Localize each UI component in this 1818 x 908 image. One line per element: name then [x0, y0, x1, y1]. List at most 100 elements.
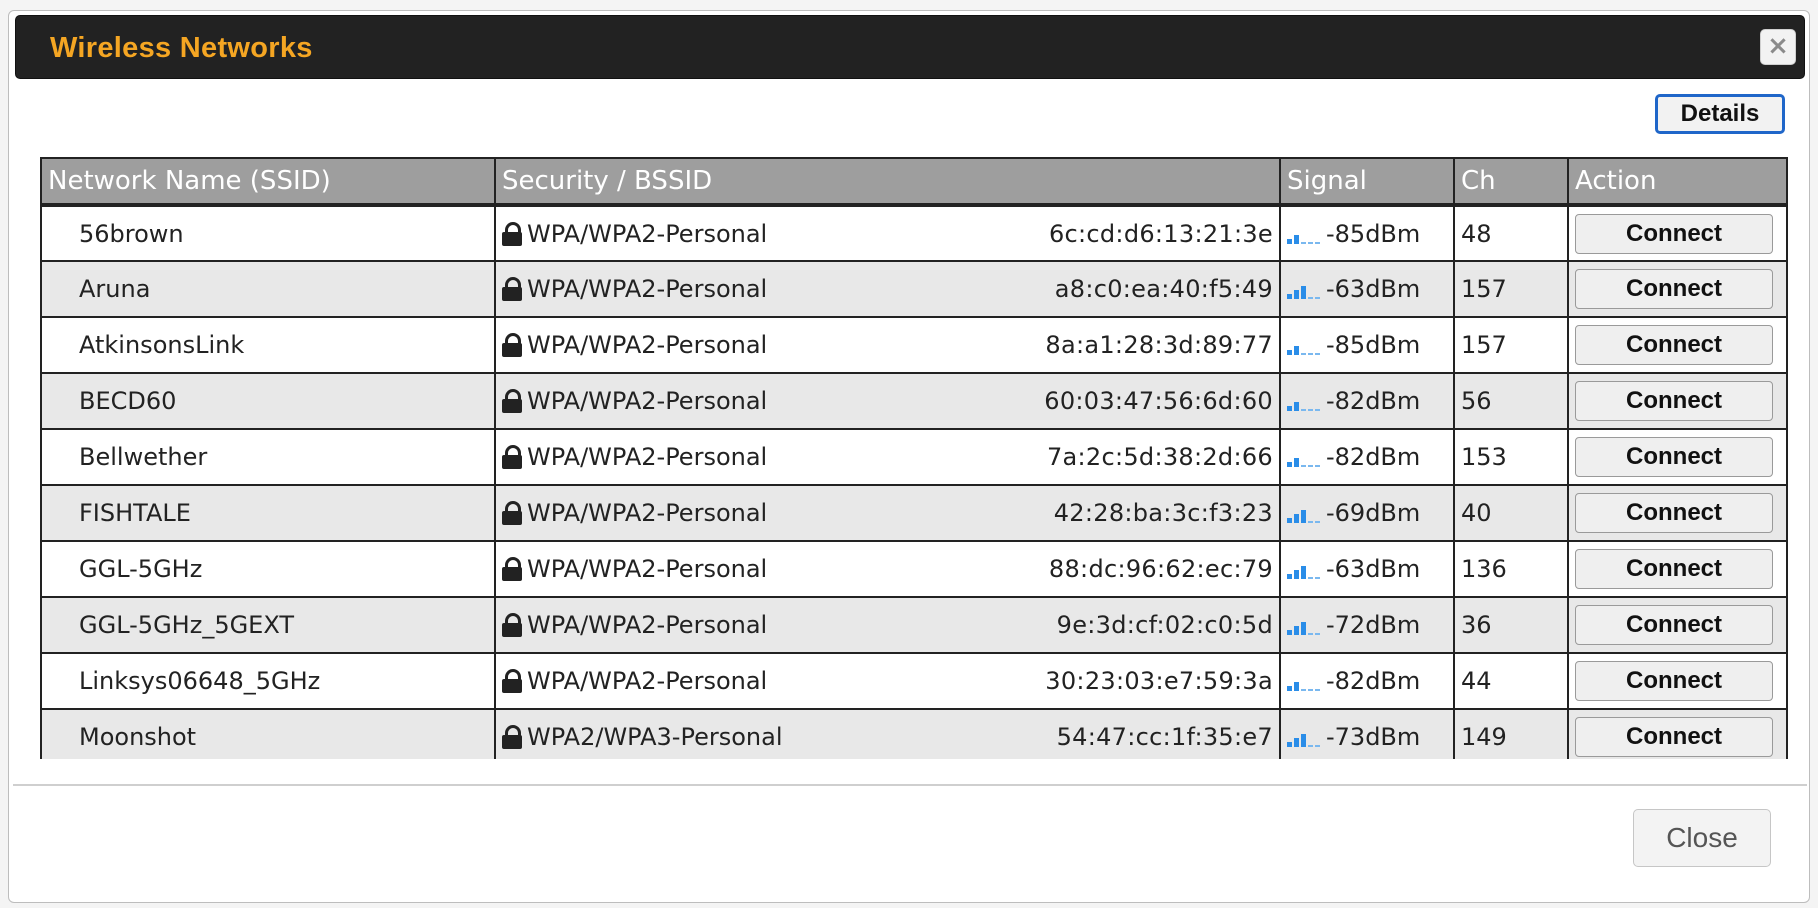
- close-button[interactable]: Close: [1633, 809, 1771, 867]
- connect-button[interactable]: Connect: [1575, 549, 1773, 589]
- signal-bar: [1308, 241, 1313, 244]
- signal-bar: [1315, 689, 1320, 691]
- networks-table: Network Name (SSID) Security / BSSID Sig…: [42, 159, 1786, 759]
- network-security: WPA/WPA2-Personal: [527, 275, 768, 303]
- signal-bars-icon: [1287, 391, 1320, 411]
- networks-table-container[interactable]: Network Name (SSID) Security / BSSID Sig…: [40, 157, 1788, 759]
- connect-button[interactable]: Connect: [1575, 269, 1773, 309]
- connect-button[interactable]: Connect: [1575, 381, 1773, 421]
- connect-button[interactable]: Connect: [1575, 493, 1773, 533]
- signal-bar: [1301, 689, 1306, 691]
- network-bssid: 30:23:03:e7:59:3a: [1045, 667, 1273, 695]
- network-signal-strength: -82dBm: [1326, 667, 1421, 695]
- signal-bar: [1315, 297, 1320, 299]
- details-button[interactable]: Details: [1655, 94, 1785, 134]
- lock-icon: [502, 557, 522, 581]
- column-header-channel: Ch: [1454, 159, 1569, 207]
- table-row: BECD60 WPA/WPA2-Personal 60:03:47:56:6d:60…: [42, 373, 1786, 430]
- network-signal-strength: -72dBm: [1326, 611, 1421, 639]
- network-bssid: a8:c0:ea:40:f5:49: [1054, 275, 1273, 303]
- table-row: GGL-5GHz WPA/WPA2-Personal 88:dc:96:62:ec:…: [42, 541, 1786, 598]
- connect-button[interactable]: Connect: [1575, 605, 1773, 645]
- lock-icon: [502, 333, 522, 357]
- dialog-titlebar: Wireless Networks ×: [15, 15, 1805, 79]
- signal-bar: [1287, 742, 1292, 747]
- connect-button[interactable]: Connect: [1575, 661, 1773, 701]
- signal-bar: [1301, 566, 1306, 579]
- table-row: Moonshot WPA2/WPA3-Personal 54:47:cc:1f:35…: [42, 709, 1786, 759]
- network-bssid: 88:dc:96:62:ec:79: [1048, 555, 1273, 583]
- table-row: FISHTALE WPA/WPA2-Personal 42:28:ba:3c:f3:…: [42, 485, 1786, 542]
- network-security-cell: WPA/WPA2-Personal 30:23:03:e7:59:3a: [495, 653, 1281, 710]
- network-signal-strength: -85dBm: [1326, 219, 1421, 248]
- table-row: AtkinsonsLink WPA/WPA2-Personal 8a:a1:28:3…: [42, 317, 1786, 374]
- wireless-networks-dialog: Wireless Networks × Details Network Name…: [8, 10, 1810, 903]
- network-signal-strength: -69dBm: [1326, 499, 1421, 527]
- signal-bars-icon: [1287, 224, 1320, 244]
- signal-bar: [1294, 738, 1299, 747]
- signal-bar: [1315, 465, 1320, 467]
- signal-bars-icon: [1287, 671, 1320, 691]
- network-security: WPA/WPA2-Personal: [527, 219, 768, 248]
- network-security: WPA/WPA2-Personal: [527, 443, 768, 471]
- signal-bar: [1294, 402, 1299, 411]
- network-signal-cell: -63dBm: [1280, 261, 1455, 318]
- network-security: WPA/WPA2-Personal: [527, 667, 768, 695]
- signal-bar: [1308, 409, 1313, 411]
- network-bssid: 7a:2c:5d:38:2d:66: [1046, 443, 1273, 471]
- table-row: Aruna WPA/WPA2-Personal a8:c0:ea:40:f5:49 -…: [42, 261, 1786, 318]
- network-signal-strength: -63dBm: [1326, 555, 1421, 583]
- table-header-row: Network Name (SSID) Security / BSSID Sig…: [42, 159, 1786, 207]
- signal-bar: [1301, 622, 1306, 635]
- column-header-action: Action: [1568, 159, 1786, 207]
- network-ssid: GGL-5GHz: [42, 541, 496, 598]
- network-signal-cell: -82dBm: [1280, 429, 1455, 486]
- network-security: WPA/WPA2-Personal: [527, 499, 768, 527]
- column-header-security: Security / BSSID: [495, 159, 1281, 207]
- signal-bar: [1308, 577, 1313, 579]
- connect-button[interactable]: Connect: [1575, 437, 1773, 477]
- signal-bar: [1287, 574, 1292, 579]
- network-channel: 56: [1454, 373, 1569, 430]
- network-security-cell: WPA/WPA2-Personal 8a:a1:28:3d:89:77: [495, 317, 1281, 374]
- lock-icon: [502, 725, 522, 749]
- connect-button[interactable]: Connect: [1575, 325, 1773, 365]
- signal-bar: [1301, 286, 1306, 299]
- signal-bars-icon: [1287, 279, 1320, 299]
- network-channel: 153: [1454, 429, 1569, 486]
- lock-icon: [502, 613, 522, 637]
- signal-bar: [1287, 686, 1292, 691]
- connect-button[interactable]: Connect: [1575, 213, 1773, 254]
- network-signal-strength: -73dBm: [1326, 723, 1421, 751]
- table-row: GGL-5GHz_5GEXT WPA/WPA2-Personal 9e:3d:cf:…: [42, 597, 1786, 654]
- network-signal-cell: -82dBm: [1280, 653, 1455, 710]
- network-bssid: 9e:3d:cf:02:c0:5d: [1056, 611, 1273, 639]
- signal-bars-icon: [1287, 447, 1320, 467]
- signal-bar: [1294, 626, 1299, 635]
- signal-bar: [1308, 689, 1313, 691]
- network-security: WPA/WPA2-Personal: [527, 611, 768, 639]
- network-channel: 157: [1454, 317, 1569, 374]
- table-row: Bellwether WPA/WPA2-Personal 7a:2c:5d:38:2…: [42, 429, 1786, 486]
- network-signal-cell: -63dBm: [1280, 541, 1455, 598]
- connect-button[interactable]: Connect: [1575, 717, 1773, 757]
- network-security-cell: WPA/WPA2-Personal 88:dc:96:62:ec:79: [495, 541, 1281, 598]
- lock-icon: [502, 501, 522, 525]
- signal-bar: [1301, 241, 1306, 244]
- signal-bar: [1301, 409, 1306, 411]
- network-signal-strength: -82dBm: [1326, 387, 1421, 415]
- signal-bar: [1294, 290, 1299, 299]
- signal-bar: [1294, 682, 1299, 691]
- network-bssid: 42:28:ba:3c:f3:23: [1053, 499, 1273, 527]
- signal-bar: [1301, 734, 1306, 747]
- network-ssid: AtkinsonsLink: [42, 317, 496, 374]
- signal-bar: [1294, 570, 1299, 579]
- network-security-cell: WPA/WPA2-Personal 6c:cd:d6:13:21:3e: [495, 205, 1281, 262]
- signal-bar: [1301, 510, 1306, 523]
- close-icon[interactable]: ×: [1760, 29, 1796, 65]
- network-channel: 40: [1454, 485, 1569, 542]
- network-bssid: 8a:a1:28:3d:89:77: [1045, 331, 1273, 359]
- network-action-cell: Connect: [1568, 373, 1786, 430]
- network-action-cell: Connect: [1568, 541, 1786, 598]
- signal-bar: [1287, 294, 1292, 299]
